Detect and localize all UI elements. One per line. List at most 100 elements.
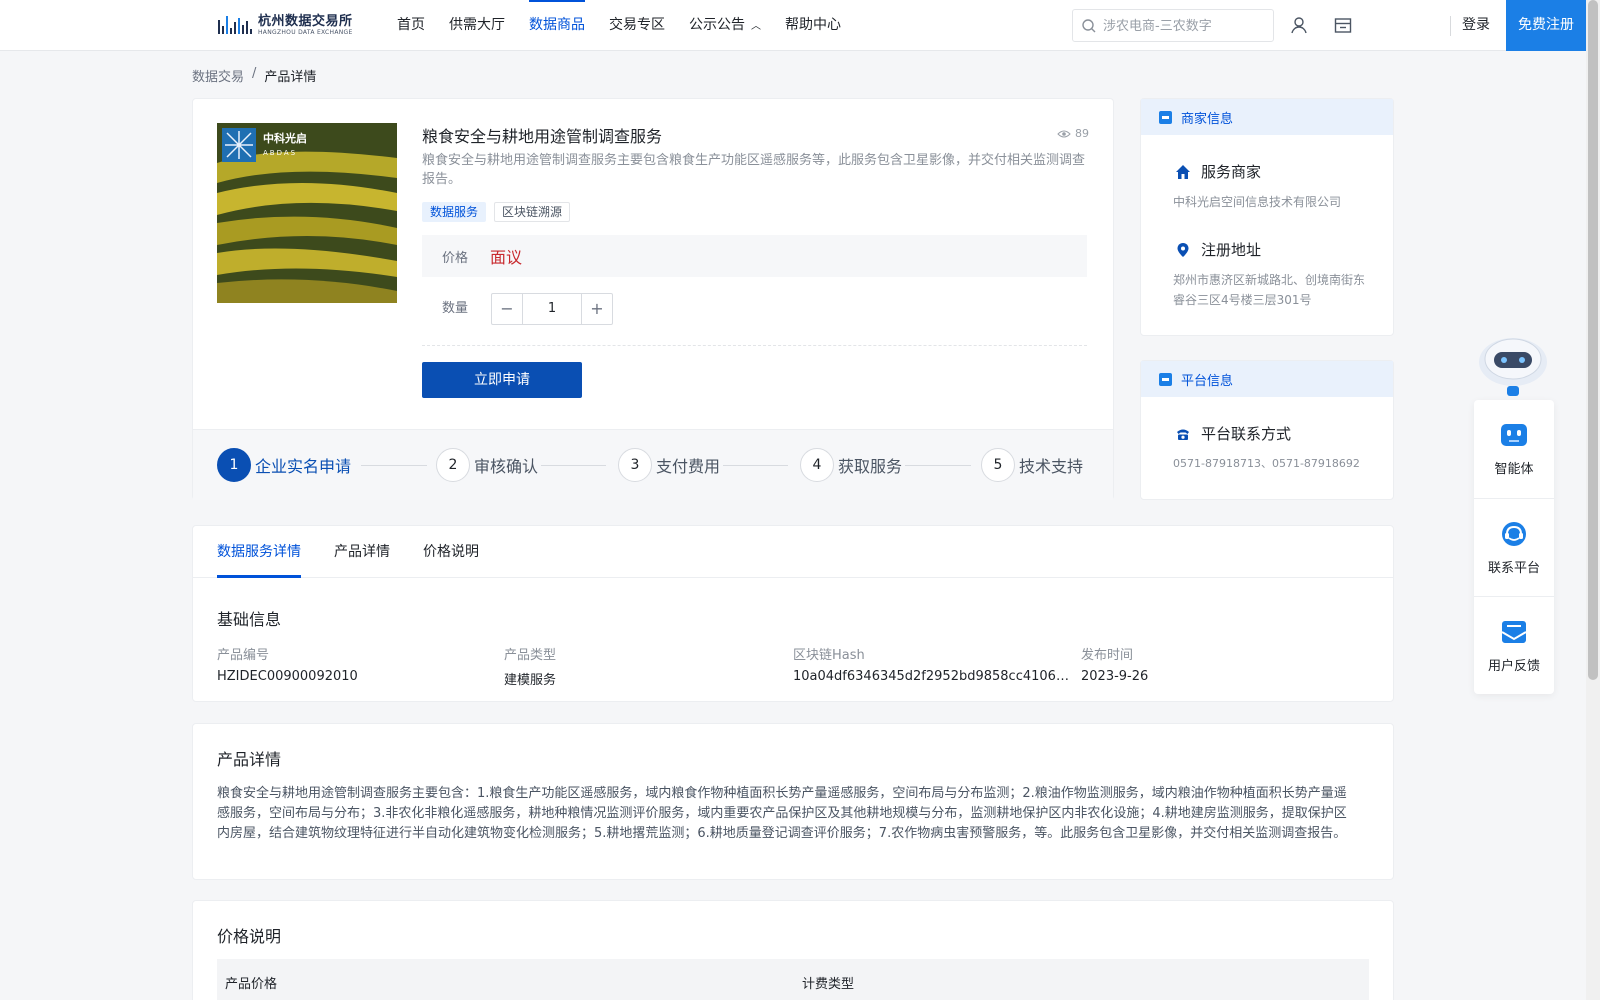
nav-announcements[interactable]: 公示公告 ︿ [677,0,773,50]
eye-icon [1057,130,1071,137]
service-merchant-value: 中科光启空间信息技术有限公司 [1173,195,1342,209]
merchant-icon [1159,110,1172,124]
service-merchant-heading: 服务商家 [1175,161,1261,182]
float-contact-platform[interactable]: 联系平台 [1474,498,1554,595]
product-title: 粮食安全与耕地用途管制调查服务 [422,127,663,146]
field-value: 建模服务 [504,673,557,688]
nav-supply-demand[interactable]: 供需大厅 [437,0,517,50]
breadcrumb-parent[interactable]: 数据交易 [192,66,244,85]
field-label: 产品类型 [504,648,557,663]
nav-help-center[interactable]: 帮助中心 [773,0,853,50]
product-card: 中科光启 ABDAS 粮食安全与耕地用途管制调查服务 89 粮食安全与耕地用途管… [192,98,1114,500]
product-detail-text: 粮食安全与耕地用途管制调查服务主要包含：1.粮食生产功能区遥感服务，域内粮食作物… [217,786,1347,841]
logo-subtitle: HANGZHOU DATA EXCHANGE [258,28,353,36]
location-pin-icon [1177,242,1189,257]
headset-icon [1502,522,1526,546]
merchant-info-title: 商家信息 [1181,111,1234,127]
float-user-feedback[interactable]: 用户反馈 [1474,596,1554,693]
image-brand-text: 中科光启 [263,131,307,145]
decrease-button[interactable]: − [492,294,523,324]
search-input[interactable] [1103,16,1263,36]
register-button[interactable]: 免费注册 [1506,0,1586,51]
apply-now-button[interactable]: 立即申请 [422,362,582,398]
step-connector [905,465,971,466]
merchant-info-card: 商家信息 服务商家 中科光启空间信息技术有限公司 注册地址 郑州市惠济区新城路北… [1140,98,1394,336]
tag-blockchain-trace: 区块链溯源 [494,202,571,222]
platform-contact-label: 平台联系方式 [1201,425,1292,443]
step-label: 获取服务 [838,457,903,476]
price-description-title: 价格说明 [217,927,282,946]
step-3: 3 支付费用 [618,448,720,482]
info-field-product-id: 产品编号 HZIDEC00900092010 [217,644,497,684]
logo-title: 杭州数据交易所 [258,13,353,29]
price-value: 面议 [490,248,523,267]
column-product-price: 产品价格 [225,977,278,992]
home-icon [1176,164,1190,179]
breadcrumb: 数据交易 / 产品详情 [192,66,316,85]
field-label: 区块链Hash [793,648,865,663]
registered-address-label: 注册地址 [1201,241,1262,259]
main-nav: 首页 供需大厅 数据商品 交易专区 公示公告 ︿ 帮助中心 [385,0,853,50]
quantity-input[interactable]: 1 [523,294,581,324]
quantity-label: 数量 [442,301,469,316]
info-field-product-type: 产品类型 建模服务 [504,644,784,688]
platform-info-title: 平台信息 [1181,373,1234,389]
float-agent-label: 智能体 [1494,462,1534,477]
step-connector [723,465,788,466]
nav-announcements-label: 公示公告 [689,17,745,33]
chevron-up-icon: ︿ [751,21,761,32]
price-description-card: 价格说明 产品价格 计费类型 [192,900,1394,1000]
robot-assistant-icon[interactable] [1474,326,1552,404]
price-row: 价格 面议 [422,235,1087,277]
registered-address-heading: 注册地址 [1175,239,1261,260]
floating-toolbar: 智能体 联系平台 用户反馈 [1474,400,1554,694]
field-value: 10a04df6346345d2f2952bd9858cc410686d93c6… [793,669,1070,684]
nav-home[interactable]: 首页 [385,0,437,50]
info-field-publish-date: 发布时间 2023-9-26 [1081,644,1361,684]
product-detail-card: 产品详情 粮食安全与耕地用途管制调查服务主要包含：1.粮食生产功能区遥感服务，域… [192,723,1394,880]
basic-info-title: 基础信息 [217,610,282,629]
detail-tabs: 数据服务详情 产品详情 价格说明 [193,526,1393,578]
scrollbar-thumb[interactable] [1588,0,1598,680]
page-scrollbar[interactable] [1586,0,1600,1000]
float-agent[interactable]: 智能体 [1474,400,1554,497]
platform-contact-heading: 平台联系方式 [1175,423,1291,444]
process-steps: 1 企业实名申请 2 审核确认 3 支付费用 4 获取服务 5 技术支持 [193,429,1113,500]
step-number: 3 [618,448,652,482]
product-tags: 数据服务 区块链溯源 [422,202,571,222]
nav-data-products[interactable]: 数据商品 [517,0,597,50]
header-divider [1450,16,1451,36]
tab-data-service-detail[interactable]: 数据服务详情 [217,526,301,578]
step-label: 企业实名申请 [255,457,352,476]
divider [422,345,1087,346]
field-value: HZIDEC00900092010 [217,669,358,684]
tab-product-detail[interactable]: 产品详情 [334,526,390,578]
info-field-blockchain-hash: 区块链Hash 10a04df6346345d2f2952bd9858cc4106… [793,644,1073,684]
view-count: 89 [1057,127,1089,140]
field-label: 产品编号 [217,648,270,663]
breadcrumb-current: 产品详情 [264,70,317,85]
step-1: 1 企业实名申请 [217,448,351,482]
login-link[interactable]: 登录 [1462,0,1490,50]
step-label: 支付费用 [656,457,721,476]
column-billing-type: 计费类型 [802,977,855,992]
float-contact-label: 联系平台 [1487,561,1540,576]
breadcrumb-separator: / [252,66,257,81]
price-table-header: 产品价格 计费类型 [217,959,1369,1000]
nav-trading-zone[interactable]: 交易专区 [597,0,677,50]
quantity-stepper: − 1 + [491,293,613,325]
store-icon[interactable] [1333,15,1353,35]
site-logo[interactable]: 杭州数据交易所 HANGZHOU DATA EXCHANGE [218,10,368,40]
step-connector [541,465,606,466]
product-detail-title: 产品详情 [217,750,282,769]
registered-address-value: 郑州市惠济区新城路北、创境南街东睿谷三区4号楼三层301号 [1173,273,1366,307]
step-number: 2 [436,448,470,482]
tag-data-service: 数据服务 [422,202,487,222]
increase-button[interactable]: + [581,294,612,324]
user-icon[interactable] [1289,15,1309,35]
search-box [1072,9,1274,42]
product-description: 粮食安全与耕地用途管制调查服务主要包含粮食生产功能区遥感服务等，此服务包含卫星影… [422,153,1086,187]
price-label: 价格 [442,251,469,266]
tab-price-description[interactable]: 价格说明 [423,526,479,578]
step-2: 2 审核确认 [436,448,538,482]
